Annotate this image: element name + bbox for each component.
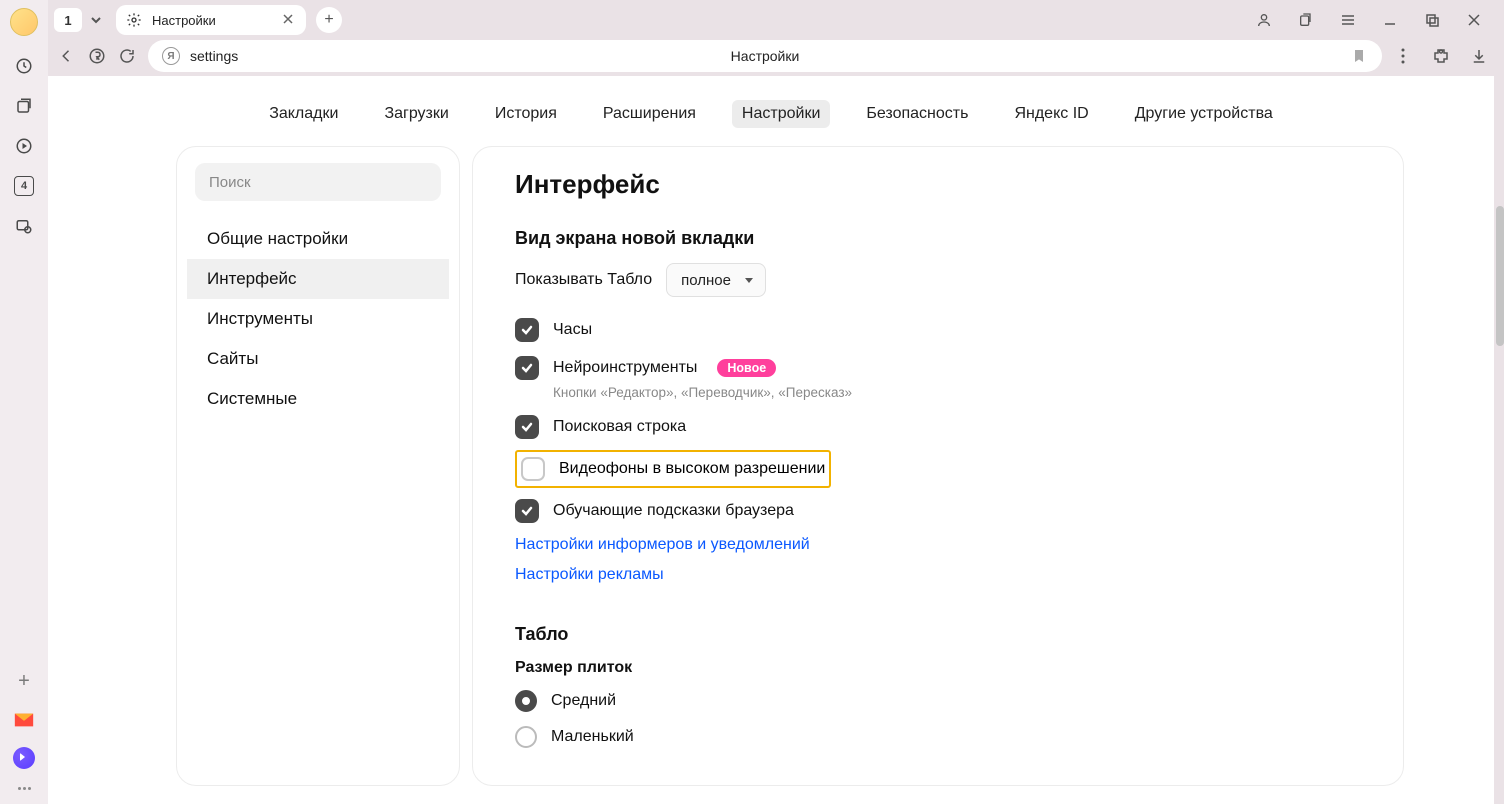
radio-label: Маленький — [551, 728, 634, 746]
section-tablo-title: Табло — [515, 624, 1361, 645]
url-text: settings — [190, 48, 238, 64]
check-search[interactable]: Поисковая строка — [515, 408, 1361, 446]
radio-icon — [515, 726, 537, 748]
link-ads[interactable]: Настройки рекламы — [515, 560, 1361, 590]
profile-icon[interactable] — [1256, 12, 1272, 28]
nav-history[interactable]: История — [485, 100, 567, 128]
radio-icon — [515, 690, 537, 712]
check-neuro[interactable]: Нейроинструменты Новое — [515, 349, 1361, 387]
nav-other-devices[interactable]: Другие устройства — [1125, 100, 1283, 128]
heading-interface: Интерфейс — [515, 169, 1361, 200]
check-label: Обучающие подсказки браузера — [553, 502, 794, 520]
sidebar-item-sites[interactable]: Сайты — [187, 339, 449, 379]
collections-icon[interactable] — [14, 96, 34, 116]
radio-small[interactable]: Маленький — [515, 719, 1361, 755]
mail-icon[interactable] — [13, 711, 35, 729]
screenshot-icon[interactable] — [14, 216, 34, 236]
menu-icon[interactable] — [1340, 12, 1356, 28]
avatar[interactable] — [10, 8, 38, 36]
sidebar-item-system[interactable]: Системные — [187, 379, 449, 419]
close-icon[interactable] — [282, 13, 296, 27]
settings-topnav: Закладки Загрузки История Расширения Нас… — [48, 76, 1494, 146]
checkbox-icon — [521, 457, 545, 481]
window-controls — [1256, 12, 1496, 28]
tab-settings[interactable]: Настройки — [116, 5, 306, 35]
rail-counter[interactable]: 4 — [14, 176, 34, 196]
nav-settings[interactable]: Настройки — [732, 100, 830, 128]
checkbox-icon — [515, 415, 539, 439]
check-label: Нейроинструменты — [553, 359, 697, 377]
tablo-label: Показывать Табло — [515, 271, 652, 289]
scrollbar-thumb[interactable] — [1496, 206, 1504, 346]
nav-bookmarks[interactable]: Закладки — [259, 100, 348, 128]
gear-icon — [126, 12, 142, 28]
section-newtab-title: Вид экрана новой вкладки — [515, 228, 1361, 249]
toolbar: Я settings Настройки — [48, 36, 1504, 76]
checkbox-icon — [515, 499, 539, 523]
sidebar-item-interface[interactable]: Интерфейс — [187, 259, 449, 299]
nav-extensions[interactable]: Расширения — [593, 100, 706, 128]
page-title: Настройки — [731, 48, 800, 64]
radio-medium[interactable]: Средний — [515, 683, 1361, 719]
tab-title: Настройки — [152, 13, 272, 28]
sidebar-item-general[interactable]: Общие настройки — [187, 219, 449, 259]
new-badge: Новое — [717, 359, 776, 377]
search-input[interactable]: Поиск — [195, 163, 441, 201]
reload-icon[interactable] — [118, 47, 136, 65]
kebab-icon[interactable] — [1394, 47, 1412, 65]
new-tab-button[interactable]: + — [316, 7, 342, 33]
bookmark-icon[interactable] — [1350, 47, 1368, 65]
yandex-icon[interactable] — [88, 47, 106, 65]
sidebar-item-tools[interactable]: Инструменты — [187, 299, 449, 339]
nav-yandex-id[interactable]: Яндекс ID — [1004, 100, 1098, 128]
link-informers[interactable]: Настройки информеров и уведомлений — [515, 530, 1361, 560]
puzzle-icon[interactable] — [1432, 47, 1450, 65]
check-label: Часы — [553, 321, 592, 339]
nav-security[interactable]: Безопасность — [856, 100, 978, 128]
checkbox-icon — [515, 318, 539, 342]
more-dots-icon[interactable] — [18, 787, 31, 790]
back-icon[interactable] — [58, 47, 76, 65]
play-icon[interactable] — [14, 136, 34, 156]
download-icon[interactable] — [1470, 47, 1488, 65]
omnibox[interactable]: Я settings Настройки — [148, 40, 1382, 72]
tablo-value: полное — [681, 272, 731, 289]
check-label: Видеофоны в высоком разрешении — [559, 460, 825, 478]
tile-size-label: Размер плиток — [515, 659, 1361, 677]
settings-sidebar: Поиск Общие настройки Интерфейс Инструме… — [176, 146, 460, 786]
plus-icon[interactable]: + — [18, 670, 30, 693]
check-label: Поисковая строка — [553, 418, 686, 436]
left-rail: 4 + — [0, 0, 48, 804]
site-icon: Я — [162, 47, 180, 65]
check-clock[interactable]: Часы — [515, 311, 1361, 349]
settings-page: Закладки Загрузки История Расширения Нас… — [48, 76, 1494, 804]
tablo-select[interactable]: полное — [666, 263, 766, 297]
extensions-icon[interactable] — [1298, 12, 1314, 28]
tab-counter[interactable]: 1 — [54, 8, 82, 32]
check-video-highlighted[interactable]: Видеофоны в высоком разрешении — [515, 450, 831, 488]
minimize-icon[interactable] — [1382, 12, 1398, 28]
alice-icon[interactable] — [13, 747, 35, 769]
checkbox-icon — [515, 356, 539, 380]
settings-main: Интерфейс Вид экрана новой вкладки Показ… — [472, 146, 1404, 786]
clock-icon[interactable] — [14, 56, 34, 76]
neuro-subtitle: Кнопки «Редактор», «Переводчик», «Переск… — [553, 385, 1361, 400]
close-window-icon[interactable] — [1466, 12, 1482, 28]
tabs-dropdown-icon[interactable] — [86, 10, 106, 30]
maximize-icon[interactable] — [1424, 12, 1440, 28]
nav-downloads[interactable]: Загрузки — [374, 100, 458, 128]
tab-strip: 1 Настройки + — [48, 0, 1504, 36]
check-tips[interactable]: Обучающие подсказки браузера — [515, 492, 1361, 530]
radio-label: Средний — [551, 692, 616, 710]
